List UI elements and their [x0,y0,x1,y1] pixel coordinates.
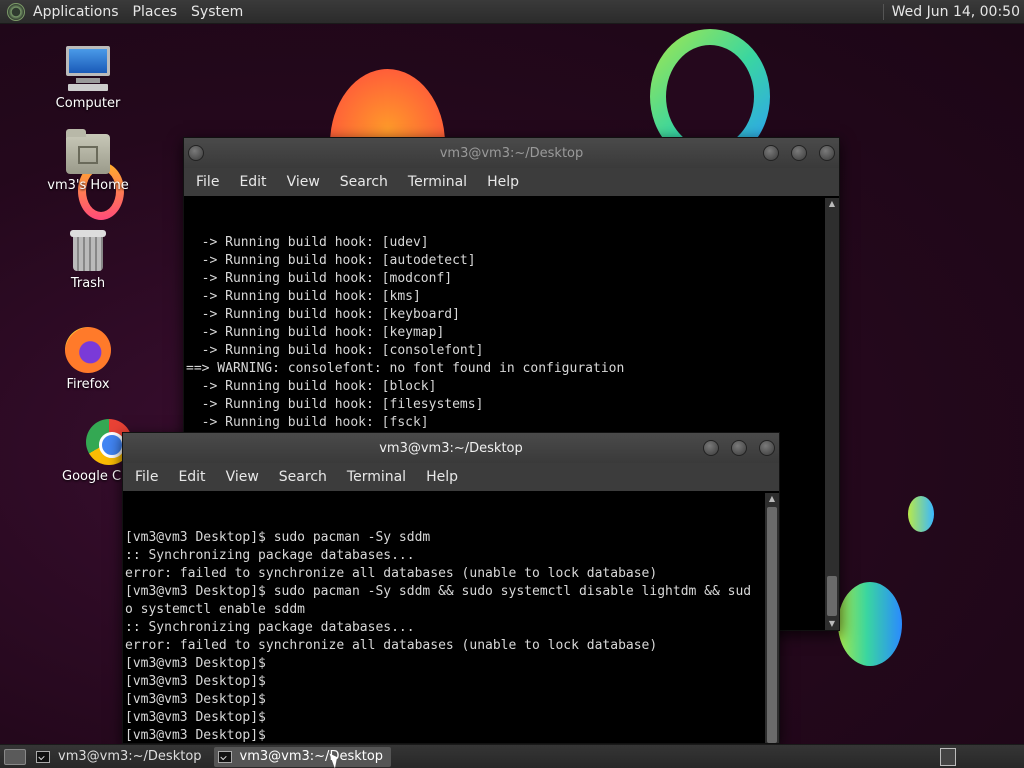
menu-terminal[interactable]: Terminal [398,174,477,190]
places-menu[interactable]: Places [133,4,178,20]
window-title: vm3@vm3:~/Desktop [379,440,523,456]
menubar: File Edit View Search Terminal Help [184,168,839,196]
maximize-button[interactable] [791,145,807,161]
menu-view[interactable]: View [216,469,269,485]
terminal-line: o systemctl enable sddm [125,602,306,617]
terminal-window-front[interactable]: vm3@vm3:~/Desktop File Edit View Search … [122,432,780,744]
terminal-line: [vm3@vm3 Desktop]$ [125,710,266,725]
terminal-line: -> Running build hook: [keymap] [186,325,445,340]
close-button[interactable] [819,145,835,161]
menu-edit[interactable]: Edit [168,469,215,485]
terminal-line: :: Synchronizing package databases... [125,548,415,563]
terminal-line: :: Synchronizing package databases... [125,620,415,635]
firefox-icon [65,327,111,373]
terminal-icon [217,750,232,763]
terminal-line: [vm3@vm3 Desktop]$ [125,692,266,707]
menu-search[interactable]: Search [330,174,398,190]
maximize-button[interactable] [731,440,747,456]
taskbar-item-label: vm3@vm3:~/Desktop [239,749,384,764]
terminal-line: ==> WARNING: consolefont: no font found … [186,361,625,376]
terminal-line: [vm3@vm3 Desktop]$ [125,674,266,689]
terminal-line: -> Running build hook: [modconf] [186,271,453,286]
desktop-icon-computer[interactable]: Computer [40,46,136,111]
desktop-icon-label: Firefox [66,377,110,392]
desktop-icon-home[interactable]: vm3's Home [40,129,136,193]
distro-logo-icon[interactable] [7,2,25,21]
terminal-line: -> Running build hook: [keyboard] [186,307,460,322]
scroll-thumb[interactable] [767,507,777,743]
terminal-line: error: failed to synchronize all databas… [125,638,658,653]
menu-help[interactable]: Help [477,174,529,190]
terminal-line: -> Running build hook: [filesystems] [186,397,484,412]
taskbar-item-label: vm3@vm3:~/Desktop [58,749,202,764]
menu-terminal[interactable]: Terminal [337,469,416,485]
minimize-button[interactable] [703,440,719,456]
scroll-down-arrow-icon[interactable]: ▼ [825,618,839,630]
terminal-line: error: failed to synchronize all databas… [125,566,658,581]
menu-search[interactable]: Search [269,469,337,485]
wallpaper-large-blob [838,582,902,666]
desktop-icon-label: vm3's Home [47,178,129,193]
terminal-line: -> Running build hook: [udev] [186,235,429,250]
scrollbar[interactable]: ▲ ▼ [825,198,839,630]
terminal-output[interactable]: [vm3@vm3 Desktop]$ sudo pacman -Sy sddm:… [123,493,765,743]
minimize-button[interactable] [763,145,779,161]
terminal-line: -> Running build hook: [consolefont] [186,343,484,358]
terminal-line: -> Running build hook: [fsck] [186,415,429,430]
window-menu-button[interactable] [188,145,204,161]
menubar: File Edit View Search Terminal Help [123,463,779,491]
terminal-line: -> Running build hook: [autodetect] [186,253,476,268]
terminal-icon [36,750,50,763]
computer-icon [64,46,112,92]
terminal-line: [vm3@vm3 Desktop]$ sudo pacman -Sy sddm … [125,584,752,599]
terminal-line: [vm3@vm3 Desktop]$ [125,656,266,671]
close-button[interactable] [759,440,775,456]
home-folder-icon [66,129,110,174]
trash-icon [70,230,106,272]
terminal-line: [vm3@vm3 Desktop]$ sudo pacman -Sy sddm [125,530,431,545]
top-panel: Applications Places System Wed Jun 14, 0… [0,0,1024,24]
scroll-thumb[interactable] [827,576,837,616]
taskbar-item[interactable]: vm3@vm3:~/Desktop [32,747,210,767]
workspace-switcher[interactable] [940,747,956,766]
terminal-line: [vm3@vm3 Desktop]$ [125,728,266,743]
menu-file[interactable]: File [125,469,168,485]
window-titlebar[interactable]: vm3@vm3:~/Desktop [123,433,779,463]
window-titlebar[interactable]: vm3@vm3:~/Desktop [184,138,839,168]
desktop-icon-label: Computer [55,96,121,111]
taskbar-item-active[interactable]: vm3@vm3:~/Desktop [213,746,392,767]
desktop-icon-firefox[interactable]: Firefox [40,327,136,392]
desktop-icon-trash[interactable]: Trash [40,230,136,291]
window-title: vm3@vm3:~/Desktop [439,145,584,161]
menu-edit[interactable]: Edit [229,174,276,190]
scrollbar[interactable]: ▲ [765,493,779,743]
applications-menu[interactable]: Applications [33,4,119,20]
clock[interactable]: Wed Jun 14, 00:50 [882,3,1020,20]
bottom-panel: vm3@vm3:~/Desktop vm3@vm3:~/Desktop [0,744,1024,768]
menu-file[interactable]: File [186,174,229,190]
terminal-line: -> Running build hook: [block] [186,379,437,394]
wallpaper-small-blob [908,496,934,532]
terminal-line: -> Running build hook: [kms] [186,289,421,304]
desktop-icon-label: Trash [70,276,106,291]
menu-view[interactable]: View [277,174,330,190]
scroll-up-arrow-icon[interactable]: ▲ [825,198,839,210]
menu-help[interactable]: Help [416,469,468,485]
scroll-up-arrow-icon[interactable]: ▲ [765,493,779,505]
system-menu[interactable]: System [191,4,243,20]
show-desktop-icon[interactable] [4,748,26,765]
